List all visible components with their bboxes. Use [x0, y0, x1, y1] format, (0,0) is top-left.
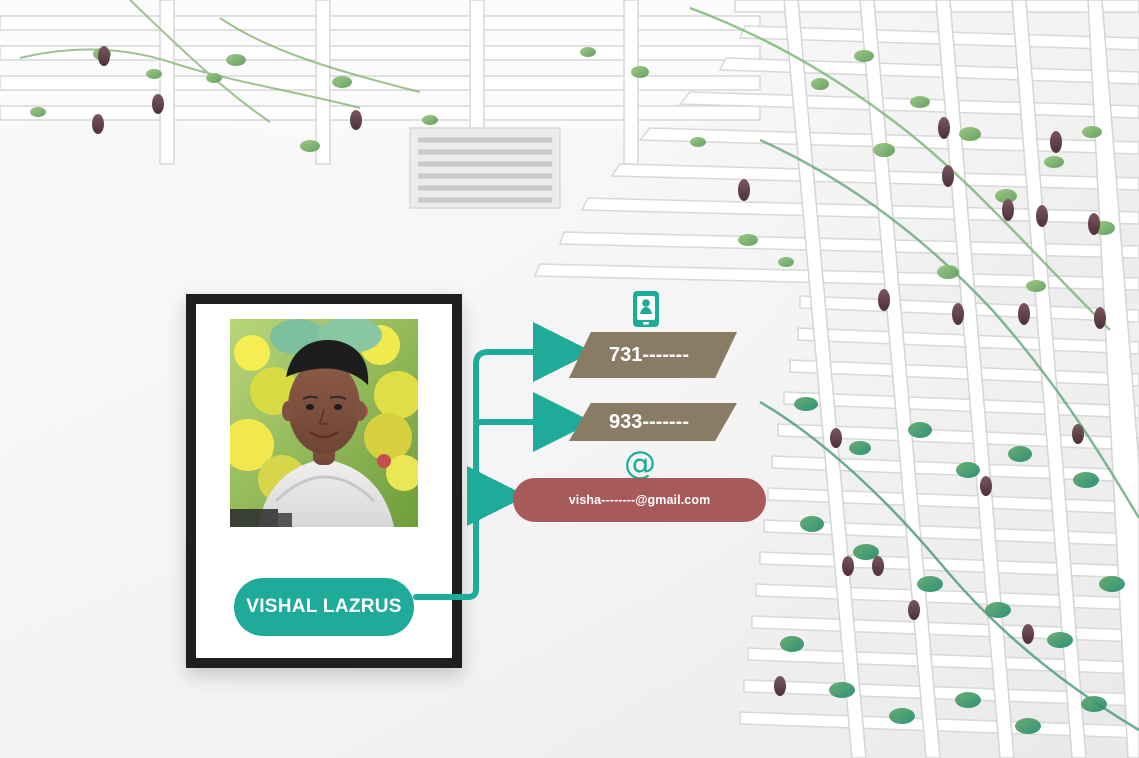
profile-card: VISHAL LAZRUS: [196, 304, 452, 658]
phone-number-card-1: 731-------: [569, 332, 737, 378]
email-address-card: visha--------@gmail.com: [513, 478, 766, 522]
phone-number-card-2: 933-------: [569, 403, 737, 441]
profile-photo: [230, 319, 418, 527]
profile-name: VISHAL LAZRUS: [234, 578, 414, 636]
contact-scene: VISHAL LAZRUS 731------- 933------- @ vi…: [0, 0, 1139, 758]
at-symbol-icon: @: [624, 444, 656, 482]
profile-frame: VISHAL LAZRUS: [186, 294, 462, 668]
background-lattice: [0, 0, 1139, 758]
mobile-contact-icon: [629, 290, 663, 328]
